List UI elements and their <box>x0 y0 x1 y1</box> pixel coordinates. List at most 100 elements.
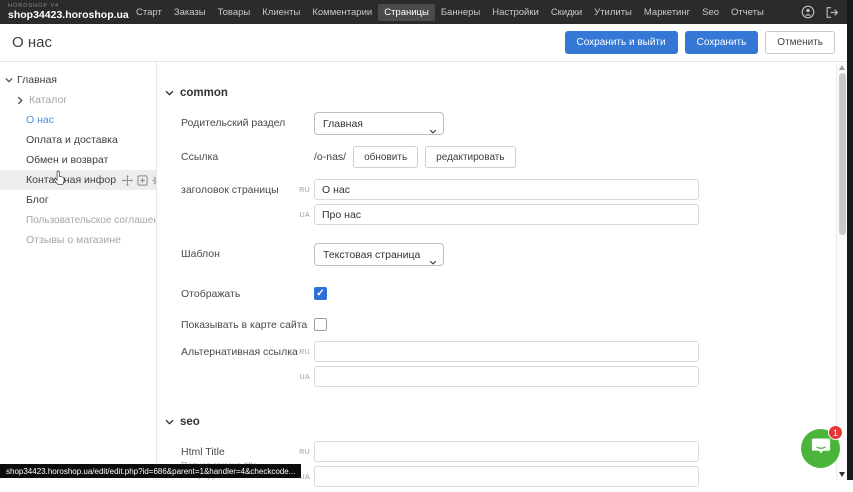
lang-tag-ru: RU <box>288 187 310 194</box>
sidebar-item-about[interactable]: О нас <box>0 110 156 130</box>
sidebar-item-label: Блог <box>26 194 49 206</box>
section-common-label: common <box>180 87 228 99</box>
chat-widget-button[interactable]: 1 <box>801 429 840 468</box>
chat-notification-badge: 1 <box>828 425 843 440</box>
menu-seo[interactable]: Seo <box>696 4 725 21</box>
html-title-ua-input[interactable] <box>314 466 699 487</box>
field-template: Шаблон Текстовая страница <box>158 243 838 269</box>
parent-section-label: Родительский раздел <box>181 117 309 129</box>
sidebar-item-user-agreement[interactable]: Пользовательское соглашение <box>0 210 156 230</box>
menu-comments[interactable]: Комментарии <box>306 4 378 21</box>
field-alt-link-ru: Альтернативная ссылка RU <box>158 341 838 367</box>
section-seo[interactable]: seo <box>165 409 845 435</box>
sidebar-item-contact-info[interactable]: Контактная инфор <box>0 170 156 190</box>
scrollbar-thumb[interactable] <box>839 73 846 235</box>
sidebar-item-label: Оплата и доставка <box>26 134 118 146</box>
tree-item-actions <box>122 175 156 186</box>
save-button[interactable]: Сохранить <box>685 31 759 54</box>
menu-settings[interactable]: Настройки <box>486 4 545 21</box>
settings-icon[interactable] <box>152 175 156 186</box>
vertical-scrollbar[interactable] <box>836 63 847 480</box>
topbar: HOROSHOP V4 shop34423.horoshop.ua Старт … <box>0 0 853 24</box>
account-icon[interactable] <box>801 5 815 19</box>
page-title-ru-input[interactable] <box>314 179 699 200</box>
menu-clients[interactable]: Клиенты <box>256 4 306 21</box>
chevron-right-icon <box>17 96 25 105</box>
topbar-menu: Старт Заказы Товары Клиенты Комментарии … <box>130 4 770 21</box>
field-page-title-ru: заголовок страницы RU <box>158 179 838 205</box>
html-title-label: Html Title <box>181 446 225 458</box>
statusbar-url: shop34423.horoshop.ua/edit/edit.php?id=6… <box>6 467 295 476</box>
sitemap-label: Показывать в карте сайта <box>181 319 309 331</box>
field-sitemap: Показывать в карте сайта <box>158 314 838 340</box>
lang-tag-ru: RU <box>288 449 310 456</box>
logo-domain: shop34423.horoshop.ua <box>8 10 126 21</box>
section-common[interactable]: common <box>165 80 845 106</box>
alt-link-ua-input[interactable] <box>314 366 699 387</box>
link-label: Ссылка <box>181 151 309 163</box>
menu-banners[interactable]: Баннеры <box>435 4 486 21</box>
move-icon[interactable] <box>122 175 133 186</box>
link-preview-statusbar: shop34423.horoshop.ua/edit/edit.php?id=6… <box>0 464 301 478</box>
field-alt-link-ua: UA <box>158 366 838 392</box>
link-edit-button[interactable]: редактировать <box>425 146 515 168</box>
sidebar-item-catalog[interactable]: Каталог <box>0 90 156 110</box>
sidebar-item-label: Пользовательское соглашение <box>26 215 156 226</box>
header-buttons: Сохранить и выйти Сохранить Отменить <box>565 31 836 54</box>
field-display: Отображать <box>158 283 838 309</box>
sidebar-item-label: Обмен и возврат <box>26 154 108 166</box>
menu-pages[interactable]: Страницы <box>378 4 435 21</box>
chevron-down-icon <box>5 77 13 83</box>
field-parent-section: Родительский раздел Главная <box>158 112 838 138</box>
template-select[interactable]: Текстовая страница <box>314 243 444 266</box>
save-and-exit-button[interactable]: Сохранить и выйти <box>565 31 678 54</box>
page-title: О нас <box>12 34 52 51</box>
page-title-ua-input[interactable] <box>314 204 699 225</box>
window-edge-strip <box>847 0 853 480</box>
menu-utilities[interactable]: Утилиты <box>588 4 638 21</box>
chevron-down-icon <box>165 419 174 425</box>
field-link: Ссылка /o-nas/ обновить редактировать <box>158 146 838 172</box>
alt-link-ru-input[interactable] <box>314 341 699 362</box>
logo[interactable]: HOROSHOP V4 shop34423.horoshop.ua <box>8 4 126 21</box>
topbar-icons <box>801 5 839 19</box>
chevron-down-icon <box>165 90 174 96</box>
cancel-button[interactable]: Отменить <box>765 31 835 54</box>
scrollbar-down-arrow[interactable] <box>839 472 845 477</box>
display-label: Отображать <box>181 288 309 300</box>
menu-reports[interactable]: Отчеты <box>725 4 770 21</box>
sidebar-item-exchange-return[interactable]: Обмен и возврат <box>0 150 156 170</box>
menu-orders[interactable]: Заказы <box>168 4 212 21</box>
sidebar-item-blog[interactable]: Блог <box>0 190 156 210</box>
menu-products[interactable]: Товары <box>212 4 257 21</box>
section-seo-label: seo <box>180 416 200 428</box>
link-update-button[interactable]: обновить <box>353 146 418 168</box>
parent-section-select[interactable]: Главная <box>314 112 444 135</box>
html-title-ru-input[interactable] <box>314 441 699 462</box>
sidebar-item-label: О нас <box>26 114 54 126</box>
menu-marketing[interactable]: Маркетинг <box>638 4 696 21</box>
menu-discounts[interactable]: Скидки <box>545 4 588 21</box>
sidebar-item-store-reviews[interactable]: Отзывы о магазине <box>0 230 156 250</box>
menu-start[interactable]: Старт <box>130 4 168 21</box>
sidebar-item-label: Главная <box>17 74 57 86</box>
sidebar-item-label: Контактная инфор <box>26 174 116 186</box>
lang-tag-ru: RU <box>288 349 310 356</box>
sidebar-item-home[interactable]: Главная <box>0 70 156 90</box>
lang-tag-ua: UA <box>288 374 310 381</box>
sidebar-item-label: Каталог <box>29 94 67 106</box>
link-path: /o-nas/ <box>314 151 346 163</box>
add-icon[interactable] <box>137 175 148 186</box>
sitemap-checkbox[interactable] <box>314 318 327 331</box>
lang-tag-ua: UA <box>288 212 310 219</box>
page-edit-form: common Родительский раздел Главная Ссылк… <box>158 62 838 480</box>
logout-icon[interactable] <box>825 6 839 19</box>
chat-bubble-icon <box>811 437 831 460</box>
display-checkbox[interactable] <box>314 287 327 300</box>
template-label: Шаблон <box>181 248 309 260</box>
pages-tree-sidebar: Главная Каталог О нас Оплата и доставка … <box>0 62 157 480</box>
sidebar-item-label: Отзывы о магазине <box>26 234 121 246</box>
page-header: О нас Сохранить и выйти Сохранить Отмени… <box>0 24 853 62</box>
sidebar-item-payment-delivery[interactable]: Оплата и доставка <box>0 130 156 150</box>
scrollbar-up-arrow[interactable] <box>839 65 845 70</box>
